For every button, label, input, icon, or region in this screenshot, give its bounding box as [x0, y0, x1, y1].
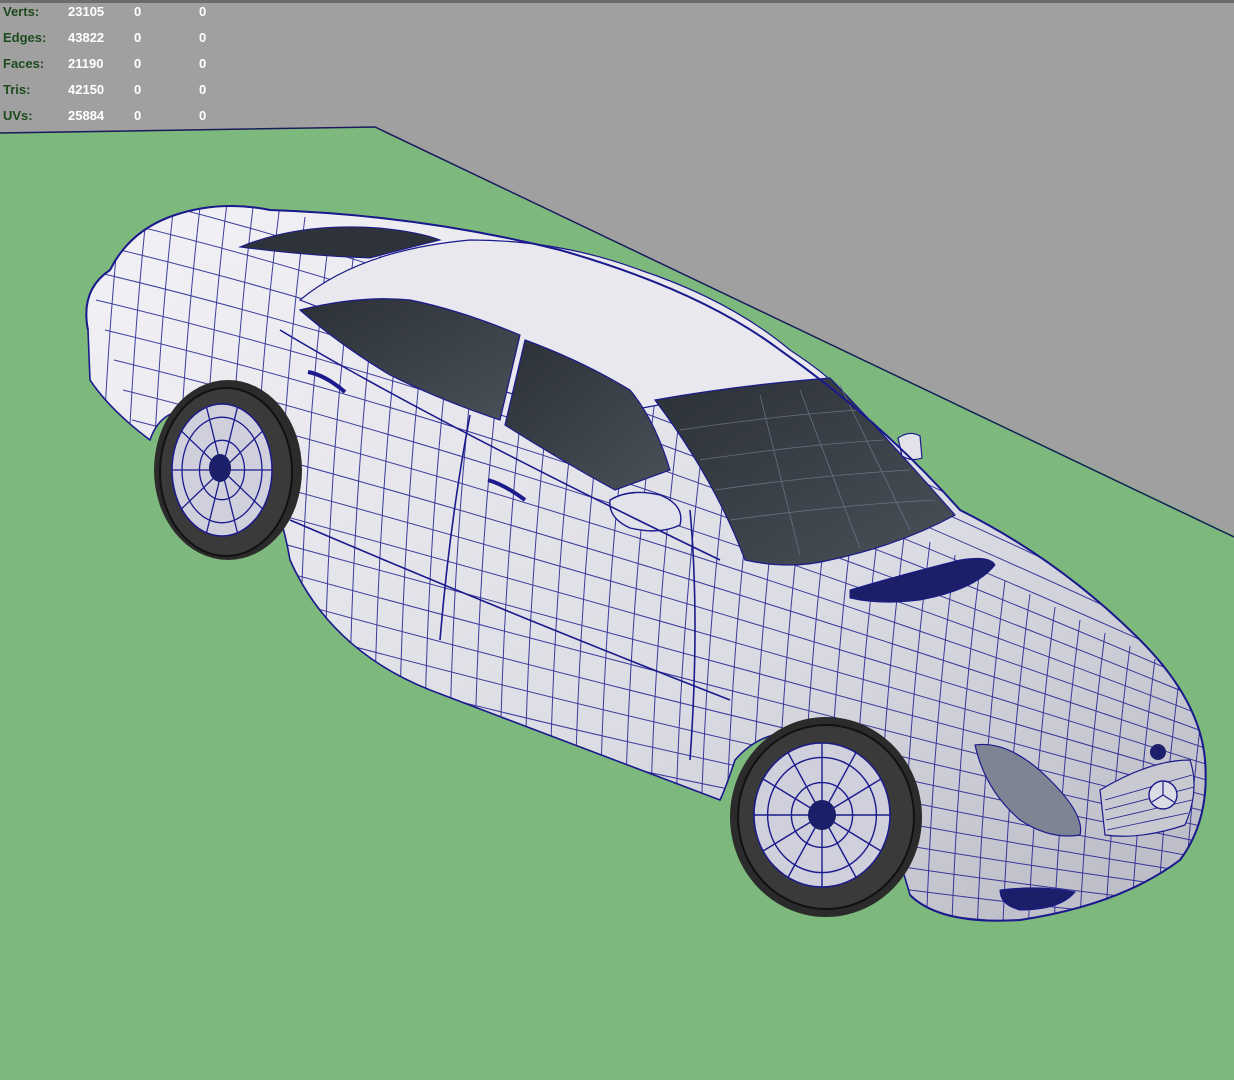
- hud-row-uvs: UVs: 25884 0 0: [0, 108, 220, 128]
- hud-component: 0: [199, 108, 207, 123]
- front-wheel[interactable]: [737, 724, 915, 910]
- hud-label: Faces:: [3, 56, 45, 71]
- hood-ornament: [1150, 744, 1166, 760]
- hud-label: Verts:: [3, 4, 40, 19]
- hud-row-edges: Edges: 43822 0 0: [0, 30, 220, 50]
- side-mirror-right: [897, 432, 923, 461]
- hud-label: UVs:: [3, 108, 33, 123]
- hud-value: 42150: [68, 82, 105, 97]
- hud-selected: 0: [134, 30, 142, 45]
- hud-selected: 0: [134, 82, 142, 97]
- hud-value: 43822: [68, 30, 105, 45]
- hud-selected: 0: [134, 56, 142, 71]
- viewport-scene[interactable]: [0, 0, 1234, 1080]
- hud-row-faces: Faces: 21190 0 0: [0, 56, 220, 76]
- hud-value: 21190: [68, 56, 104, 71]
- hud-value: 23105: [68, 4, 105, 19]
- hud-label: Tris:: [3, 82, 31, 97]
- hud-component: 0: [199, 56, 207, 71]
- hud-row-verts: Verts: 23105 0 0: [0, 4, 220, 24]
- hud-row-tris: Tris: 42150 0 0: [0, 82, 220, 102]
- 3d-viewport[interactable]: [0, 0, 1234, 1080]
- hud-value: 25884: [68, 108, 105, 123]
- hud-selected: 0: [134, 4, 142, 19]
- rear-wheel[interactable]: [159, 387, 293, 557]
- hud-component: 0: [199, 30, 207, 45]
- hud-component: 0: [199, 82, 207, 97]
- hud-label: Edges:: [3, 30, 47, 45]
- hud-selected: 0: [134, 108, 142, 123]
- hud-component: 0: [199, 4, 207, 19]
